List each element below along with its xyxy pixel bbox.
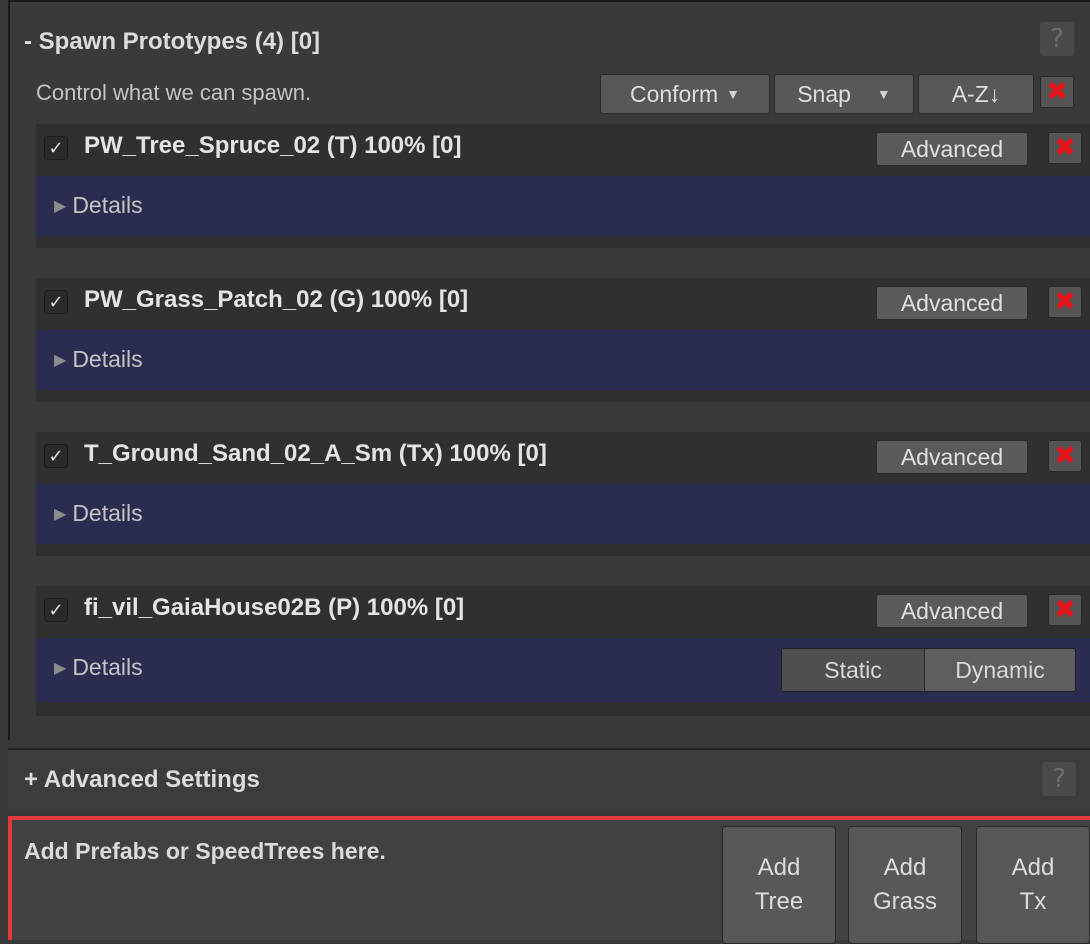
advanced-button[interactable]: Advanced [876,594,1028,628]
prototype-item: ✓ PW_Tree_Spruce_02 (T) 100% [0] Advance… [36,124,1090,248]
spawn-prototypes-panel: - Spawn Prototypes (4) [0] ? Control wha… [8,0,1090,740]
remove-prototype-button[interactable]: ✖ [1048,594,1082,626]
add-tx-button[interactable]: Add Tx [976,826,1090,944]
details-foldout[interactable]: ▶ Details [36,176,1090,236]
close-icon: ✖ [1054,441,1076,471]
panel-header[interactable]: - Spawn Prototypes (4) [0] [24,22,320,62]
details-toggle[interactable]: ▶ Details [54,192,143,219]
prototype-name[interactable]: T_Ground_Sand_02_A_Sm (Tx) 100% [0] [84,440,547,468]
prototype-checkbox[interactable]: ✓ [44,598,68,622]
triangle-right-icon: ▶ [54,197,67,215]
details-label: Details [72,654,143,680]
advanced-settings-foldout[interactable]: + Advanced Settings ? [8,748,1090,810]
close-icon: ✖ [1046,77,1068,107]
add-tree-label-line1: Add [757,854,801,881]
prototype-checkbox[interactable]: ✓ [44,444,68,468]
details-label: Details [72,346,143,372]
add-tree-label-line2: Tree [754,888,804,915]
drop-zone-message: Add Prefabs or SpeedTrees here. [24,838,386,864]
chevron-down-icon: ▼ [726,86,741,102]
triangle-right-icon: ▶ [54,351,67,369]
prototype-item: ✓ T_Ground_Sand_02_A_Sm (Tx) 100% [0] Ad… [36,432,1090,556]
prototype-header: ✓ PW_Grass_Patch_02 (G) 100% [0] Advance… [36,278,1090,326]
advanced-button[interactable]: Advanced [876,286,1028,320]
remove-prototype-button[interactable]: ✖ [1048,440,1082,472]
remove-all-button[interactable]: ✖ [1040,76,1074,108]
prototype-name[interactable]: PW_Tree_Spruce_02 (T) 100% [0] [84,132,462,160]
close-icon: ✖ [1054,133,1076,163]
details-label: Details [72,500,143,526]
advanced-settings-title[interactable]: + Advanced Settings [24,766,260,794]
panel-title[interactable]: - Spawn Prototypes (4) [0] [24,28,320,56]
prototype-header: ✓ fi_vil_GaiaHouse02B (P) 100% [0] Advan… [36,586,1090,634]
close-icon: ✖ [1054,287,1076,317]
advanced-button[interactable]: Advanced [876,440,1028,474]
prototype-name[interactable]: PW_Grass_Patch_02 (G) 100% [0] [84,286,468,314]
add-tree-button[interactable]: Add Tree [722,826,836,944]
conform-label: Conform [629,80,719,107]
prototype-item: ✓ PW_Grass_Patch_02 (G) 100% [0] Advance… [36,278,1090,402]
conform-dropdown[interactable]: Conform ▼ [600,74,770,114]
static-option[interactable]: Static [782,649,924,691]
dynamic-option[interactable]: Dynamic [924,649,1075,691]
snap-label: Snap [797,80,851,107]
add-tx-label-line1: Add [1011,854,1055,881]
remove-prototype-button[interactable]: ✖ [1048,132,1082,164]
details-foldout[interactable]: ▶ Details Static Dynamic [36,638,1090,702]
details-toggle[interactable]: ▶ Details [54,346,143,373]
static-dynamic-toggle: Static Dynamic [781,648,1076,692]
add-grass-button[interactable]: Add Grass [848,826,962,944]
details-foldout[interactable]: ▶ Details [36,330,1090,390]
triangle-right-icon: ▶ [54,659,67,677]
prototype-item: ✓ fi_vil_GaiaHouse02B (P) 100% [0] Advan… [36,586,1090,716]
add-tx-label-line2: Tx [1019,888,1047,915]
sort-az-button[interactable]: A-Z↓ [918,74,1034,114]
prototype-header: ✓ PW_Tree_Spruce_02 (T) 100% [0] Advance… [36,124,1090,172]
prefab-drop-zone[interactable]: Add Prefabs or SpeedTrees here. Add Tree… [8,816,1090,944]
prototype-name[interactable]: fi_vil_GaiaHouse02B (P) 100% [0] [84,594,464,622]
details-label: Details [72,192,143,218]
add-grass-label-line2: Grass [872,888,937,915]
prototype-header: ✓ T_Ground_Sand_02_A_Sm (Tx) 100% [0] Ad… [36,432,1090,480]
help-icon[interactable]: ? [1040,22,1074,56]
details-foldout[interactable]: ▶ Details [36,484,1090,544]
remove-prototype-button[interactable]: ✖ [1048,286,1082,318]
chevron-down-icon: ▼ [876,86,891,102]
sort-label: A-Z↓ [951,80,1001,107]
advanced-button[interactable]: Advanced [876,132,1028,166]
add-grass-label-line1: Add [883,854,927,881]
help-icon[interactable]: ? [1042,762,1076,796]
details-toggle[interactable]: ▶ Details [54,654,143,681]
details-toggle[interactable]: ▶ Details [54,500,143,527]
snap-dropdown[interactable]: Snap ▼ [774,74,914,114]
prototype-checkbox[interactable]: ✓ [44,290,68,314]
panel-subtitle: Control what we can spawn. [36,80,312,105]
prototype-checkbox[interactable]: ✓ [44,136,68,160]
close-icon: ✖ [1054,595,1076,625]
triangle-right-icon: ▶ [54,505,67,523]
